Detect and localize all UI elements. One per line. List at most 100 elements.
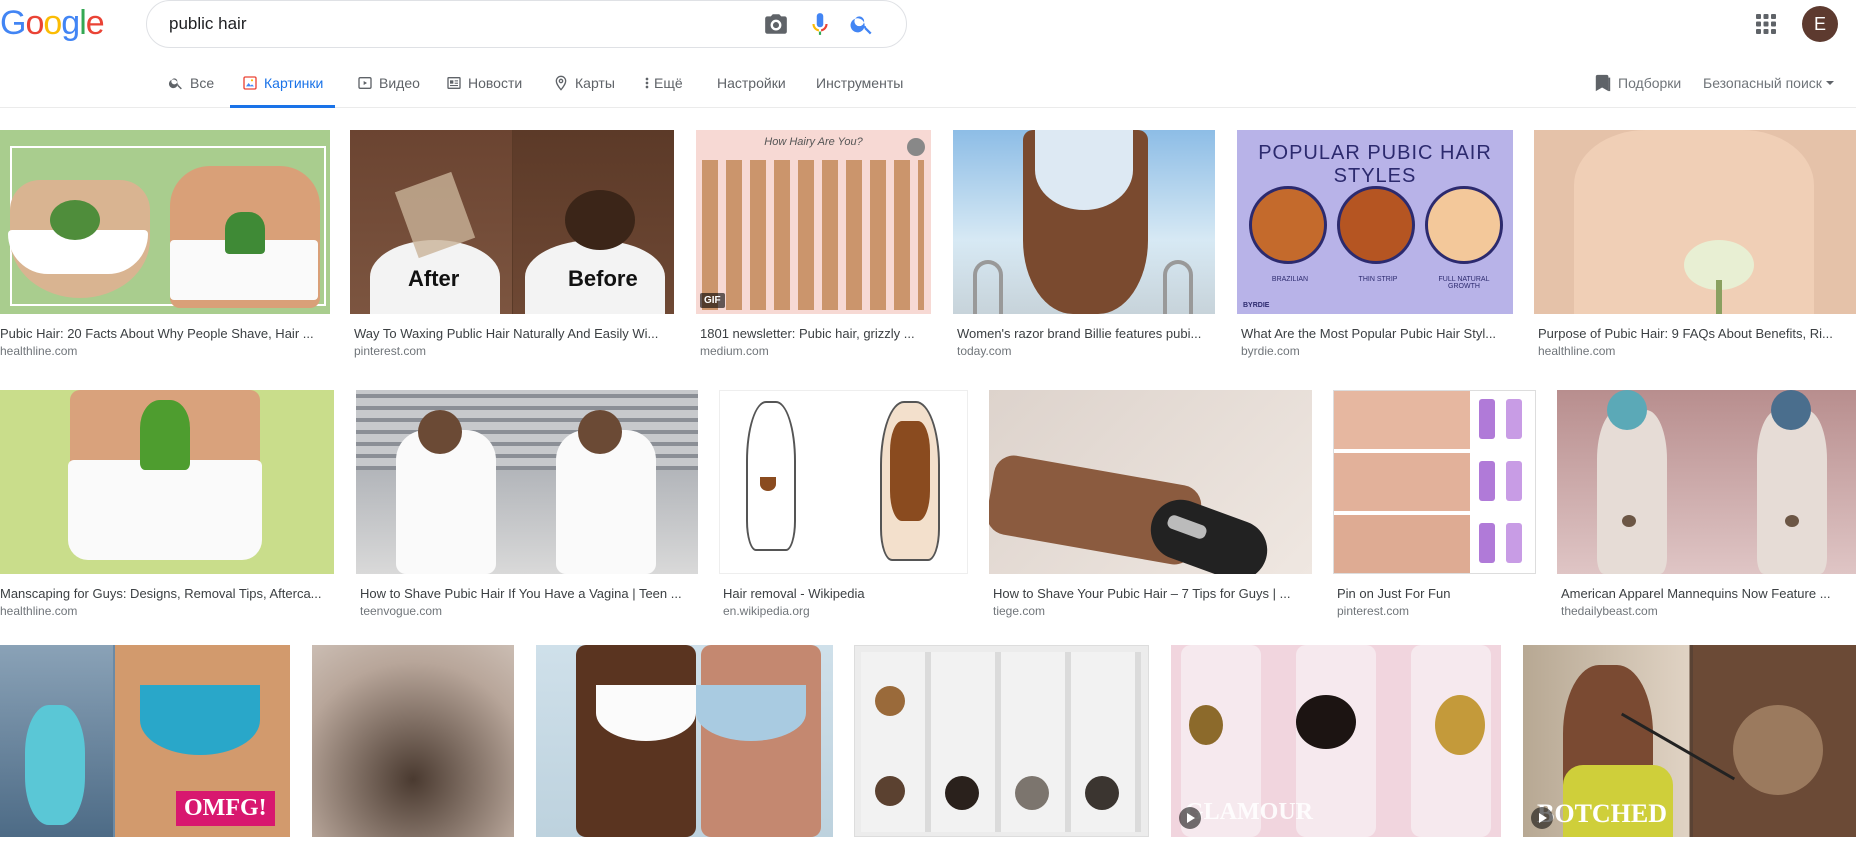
image-result[interactable]: Pin on Just For Fun pinterest.com [1333, 390, 1536, 620]
result-thumbnail[interactable] [1557, 390, 1856, 574]
image-icon [243, 76, 257, 90]
result-domain: healthline.com [1538, 344, 1616, 358]
overlay-label: Before [568, 266, 638, 291]
overlay-label: BOTCHED [1537, 799, 1668, 828]
image-result[interactable]: American Apparel Mannequins Now Feature … [1557, 390, 1856, 620]
bookmark-icon [1595, 74, 1611, 92]
tab-more[interactable]: Ещё [642, 58, 683, 108]
result-thumbnail[interactable] [989, 390, 1312, 574]
image-result[interactable] [854, 645, 1149, 842]
result-thumbnail[interactable]: POPULAR PUBIC HAIR STYLES BRAZILIAN THIN… [1237, 130, 1513, 314]
image-result[interactable]: Hair removal - Wikipedia en.wikipedia.or… [719, 390, 968, 620]
result-caption[interactable]: Hair removal - Wikipedia [723, 586, 967, 601]
news-icon [447, 77, 461, 89]
result-thumbnail[interactable] [536, 645, 833, 837]
result-caption[interactable]: How to Shave Your Pubic Hair – 7 Tips fo… [993, 586, 1311, 601]
image-result[interactable]: How to Shave Your Pubic Hair – 7 Tips fo… [989, 390, 1312, 620]
image-result[interactable]: OMFG! [0, 645, 290, 842]
video-icon [358, 77, 372, 89]
account-avatar[interactable]: E [1802, 6, 1838, 42]
image-brand: BYRDIE [1243, 302, 1270, 309]
result-caption[interactable]: American Apparel Mannequins Now Feature … [1561, 586, 1856, 601]
tab-settings[interactable]: Настройки [717, 58, 786, 108]
result-caption[interactable]: 1801 newsletter: Pubic hair, grizzly ... [700, 326, 928, 341]
result-thumbnail[interactable]: BOTCHED [1523, 645, 1856, 837]
logo-letter: o [25, 4, 44, 42]
result-domain: byrdie.com [1241, 344, 1300, 358]
tab-tools[interactable]: Инструменты [816, 58, 903, 108]
image-result[interactable]: Women's razor brand Billie features pubi… [953, 130, 1215, 360]
tab-label: Карты [575, 75, 615, 91]
result-thumbnail[interactable] [953, 130, 1215, 314]
image-result[interactable]: After Before Way To Waxing Public Hair N… [350, 130, 675, 360]
result-caption[interactable]: Pin on Just For Fun [1337, 586, 1535, 601]
style-label: BRAZILIAN [1271, 276, 1309, 283]
play-icon [1531, 807, 1553, 829]
result-caption[interactable]: How to Shave Pubic Hair If You Have a Va… [360, 586, 696, 601]
result-caption[interactable]: What Are the Most Popular Pubic Hair Sty… [1241, 326, 1509, 341]
search-icon[interactable] [849, 11, 875, 37]
overlay-label: GLAMOUR [1185, 799, 1313, 825]
result-thumbnail[interactable] [1534, 130, 1856, 314]
search-tabs: Все Картинки Видео Новости Карты Ещё Нас… [0, 58, 1856, 108]
result-domain: pinterest.com [1337, 604, 1410, 618]
tab-all[interactable]: Все [168, 58, 214, 108]
style-label: FULL NATURAL GROWTH [1438, 276, 1490, 290]
result-domain: thedailybeast.com [1561, 604, 1658, 618]
camera-icon[interactable] [763, 11, 789, 37]
result-thumbnail[interactable] [312, 645, 514, 837]
result-domain: pinterest.com [354, 344, 427, 358]
image-result[interactable]: How to Shave Pubic Hair If You Have a Va… [356, 390, 698, 620]
tab-news[interactable]: Новости [446, 58, 522, 108]
map-pin-icon [555, 75, 567, 91]
image-result[interactable]: Manscaping for Guys: Designs, Removal Ti… [0, 390, 335, 620]
result-thumbnail[interactable]: GLAMOUR [1171, 645, 1501, 837]
play-icon [1179, 807, 1201, 829]
result-thumbnail[interactable]: After Before [350, 130, 674, 314]
logo-letter: G [0, 4, 26, 42]
result-caption[interactable]: Purpose of Pubic Hair: 9 FAQs About Bene… [1538, 326, 1856, 341]
result-thumbnail[interactable] [854, 645, 1149, 837]
collections-link[interactable]: Подборки [1594, 58, 1681, 108]
result-domain: medium.com [700, 344, 769, 358]
collections-label: Подборки [1618, 75, 1682, 91]
header: Google E [0, 0, 1856, 58]
image-result[interactable]: Purpose of Pubic Hair: 9 FAQs About Bene… [1534, 130, 1856, 360]
result-domain: en.wikipedia.org [723, 604, 810, 618]
image-title: POPULAR PUBIC HAIR STYLES [1258, 142, 1492, 187]
result-caption[interactable]: Pubic Hair: 20 Facts About Why People Sh… [0, 326, 322, 341]
search-input[interactable] [169, 12, 729, 36]
apps-grid-icon[interactable] [1754, 12, 1778, 36]
result-domain: tiege.com [993, 604, 1046, 618]
result-domain: teenvogue.com [360, 604, 443, 618]
result-caption[interactable]: Women's razor brand Billie features pubi… [957, 326, 1213, 341]
tab-label: Видео [379, 75, 420, 91]
microphone-icon[interactable] [807, 11, 833, 37]
result-domain: today.com [957, 344, 1012, 358]
image-result[interactable] [312, 645, 514, 842]
result-thumbnail[interactable] [1333, 390, 1536, 574]
image-result[interactable]: How Hairy Are You? GIF 1801 newsletter: … [696, 130, 931, 360]
safe-search-label: Безопасный поиск [1703, 75, 1822, 91]
search-icon [168, 78, 182, 90]
image-result[interactable]: BOTCHED [1523, 645, 1856, 842]
image-result[interactable]: POPULAR PUBIC HAIR STYLES BRAZILIAN THIN… [1237, 130, 1513, 360]
result-thumbnail[interactable] [719, 390, 968, 574]
image-result[interactable] [536, 645, 833, 842]
image-result[interactable]: GLAMOUR [1171, 645, 1501, 842]
result-thumbnail[interactable]: How Hairy Are You? GIF [696, 130, 931, 314]
image-result[interactable]: Pubic Hair: 20 Facts About Why People Sh… [0, 130, 330, 360]
result-thumbnail[interactable] [0, 130, 330, 314]
google-logo[interactable]: Google [0, 4, 105, 43]
result-thumbnail[interactable] [0, 390, 334, 574]
result-domain: healthline.com [0, 604, 78, 618]
safe-search-dropdown[interactable]: Безопасный поиск [1703, 58, 1835, 108]
result-caption[interactable]: Manscaping for Guys: Designs, Removal Ti… [0, 586, 330, 601]
tab-maps[interactable]: Карты [553, 58, 615, 108]
tab-images[interactable]: Картинки [230, 58, 336, 108]
result-caption[interactable]: Way To Waxing Public Hair Naturally And … [354, 326, 672, 341]
result-thumbnail[interactable]: OMFG! [0, 645, 290, 837]
result-thumbnail[interactable] [356, 390, 698, 574]
tab-video[interactable]: Видео [357, 58, 420, 108]
logo-letter: e [85, 4, 105, 42]
